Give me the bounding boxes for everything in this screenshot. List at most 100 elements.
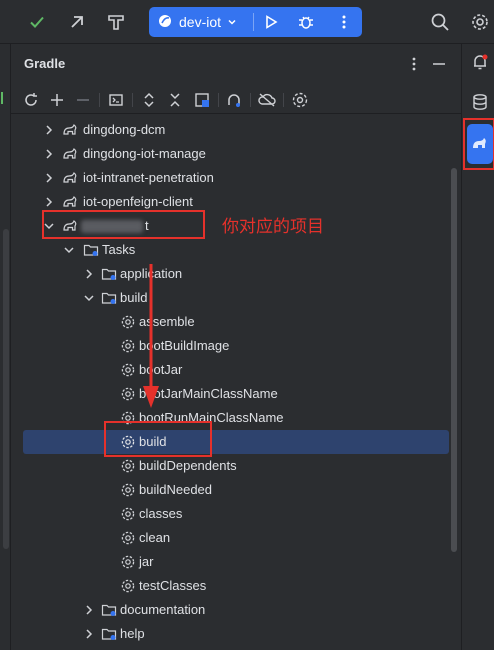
chevron-right-icon[interactable] <box>83 628 95 640</box>
settings-icon[interactable] <box>468 10 492 34</box>
gear-icon <box>121 531 135 545</box>
left-tool-strip <box>0 44 11 650</box>
tree-scrollbar[interactable] <box>451 168 457 552</box>
toggle-offline-icon[interactable] <box>224 90 244 110</box>
chevron-right-icon[interactable] <box>43 172 55 184</box>
gear-icon <box>121 315 135 329</box>
offline-mode-icon[interactable] <box>257 90 277 110</box>
gradle-panel-toolbar <box>11 86 461 114</box>
tree-task-label: testClasses <box>139 578 207 593</box>
run-configuration-selector[interactable]: dev-iot <box>157 7 237 37</box>
chevron-down-icon[interactable] <box>83 292 95 304</box>
run-configuration-label: dev-iot <box>179 14 222 30</box>
tree-row-task-group[interactable]: documentation <box>23 598 449 622</box>
tree-task-label: clean <box>139 530 171 545</box>
spring-leaf-icon <box>157 13 173 32</box>
left-scrollbar[interactable] <box>3 229 9 549</box>
chevron-right-icon[interactable] <box>43 124 55 136</box>
gear-icon <box>121 507 135 521</box>
arrow-up-right-icon[interactable] <box>65 10 89 34</box>
tree-row-project[interactable]: dingdong-iot-manage <box>23 142 449 166</box>
gradle-panel-header: Gradle <box>11 44 461 84</box>
expand-all-icon[interactable] <box>139 90 159 110</box>
run-configuration-widget[interactable]: dev-iot <box>149 7 362 37</box>
tree-task-label: classes <box>139 506 183 521</box>
chevron-right-icon[interactable] <box>43 148 55 160</box>
tree-project-label: dingdong-iot-manage <box>83 146 206 161</box>
tree-row-task[interactable]: testClasses <box>23 574 449 598</box>
tree-project-label: dingdong-dcm <box>83 122 166 137</box>
tree-task-label: buildNeeded <box>139 482 213 497</box>
annotation-note: 你对应的项目 <box>222 217 324 236</box>
tree-row-task-group[interactable]: build <box>23 286 449 310</box>
gradle-project-icon <box>63 124 77 135</box>
tree-row-task[interactable]: jar <box>23 550 449 574</box>
tree-row-task-group[interactable]: application <box>23 262 449 286</box>
folder-icon <box>83 244 99 256</box>
remove-icon[interactable] <box>73 90 93 110</box>
tree-row-task[interactable]: classes <box>23 502 449 526</box>
tree-row-project[interactable]: iot-intranet-penetration <box>23 166 449 190</box>
tree-group-label: help <box>120 626 145 641</box>
gear-icon <box>121 483 135 497</box>
toolbar-separator <box>218 93 219 107</box>
database-icon[interactable] <box>470 92 490 112</box>
annotation-box-build-task <box>104 421 212 457</box>
status-marker <box>1 92 3 104</box>
execute-task-icon[interactable] <box>106 90 126 110</box>
tree-row-task[interactable]: buildDependents <box>23 454 449 478</box>
reload-icon[interactable] <box>21 90 41 110</box>
tree-row-task[interactable]: bootBuildImage <box>23 334 449 358</box>
annotation-arrow <box>143 264 159 408</box>
tree-row-project[interactable]: dingdong-dcm <box>23 118 449 142</box>
gradle-tree: dingdong-dcm dingdong-iot-manage iot-int… <box>11 116 451 650</box>
chevron-right-icon[interactable] <box>43 196 55 208</box>
folder-icon <box>101 292 117 304</box>
gear-icon <box>121 363 135 377</box>
tree-row-task-group[interactable]: help <box>23 622 449 646</box>
add-icon[interactable] <box>47 90 67 110</box>
gear-icon <box>121 459 135 473</box>
gear-icon <box>121 387 135 401</box>
toolbar-separator <box>283 93 284 107</box>
gear-icon <box>121 579 135 593</box>
tree-row-task[interactable]: buildNeeded <box>23 478 449 502</box>
tree-row-task[interactable]: bootJarMainClassName <box>23 382 449 406</box>
search-icon[interactable] <box>428 10 452 34</box>
more-vertical-icon[interactable] <box>406 55 422 73</box>
tree-row-task-selected[interactable]: build <box>23 430 449 454</box>
tree-row-task[interactable]: clean <box>23 526 449 550</box>
check-icon[interactable] <box>25 10 49 34</box>
gradle-project-icon <box>63 172 77 183</box>
tree-row-task[interactable]: bootRunMainClassName <box>23 406 449 430</box>
tree-row-tasks[interactable]: Tasks <box>23 238 449 262</box>
chevron-right-icon[interactable] <box>83 268 95 280</box>
debug-icon[interactable] <box>294 10 318 34</box>
collapse-all-icon[interactable] <box>165 90 185 110</box>
toolbar-separator <box>253 13 254 31</box>
gear-icon <box>121 555 135 569</box>
run-icon[interactable] <box>259 10 283 34</box>
notifications-icon[interactable] <box>470 52 490 72</box>
minimize-icon[interactable] <box>431 55 447 73</box>
chevron-down-icon[interactable] <box>63 244 75 256</box>
panel-title: Gradle <box>24 56 66 71</box>
tree-project-label: iot-openfeign-client <box>83 194 193 209</box>
gradle-project-icon <box>63 148 77 159</box>
chevron-right-icon[interactable] <box>83 604 95 616</box>
main-toolbar: dev-iot <box>0 0 494 44</box>
hammer-icon[interactable] <box>104 10 128 34</box>
more-icon[interactable] <box>332 10 356 34</box>
chevron-down-icon <box>227 14 237 30</box>
folder-icon <box>101 604 117 616</box>
toolbar-separator <box>99 93 100 107</box>
tree-row-task[interactable]: assemble <box>23 310 449 334</box>
right-tool-strip <box>461 44 494 650</box>
analyze-dependencies-icon[interactable] <box>192 90 212 110</box>
toolbar-separator <box>132 93 133 107</box>
gear-icon <box>121 339 135 353</box>
toolbar-separator <box>250 93 251 107</box>
gradle-settings-icon[interactable] <box>290 90 310 110</box>
tree-project-label: iot-intranet-penetration <box>83 170 214 185</box>
tree-row-task[interactable]: bootJar <box>23 358 449 382</box>
